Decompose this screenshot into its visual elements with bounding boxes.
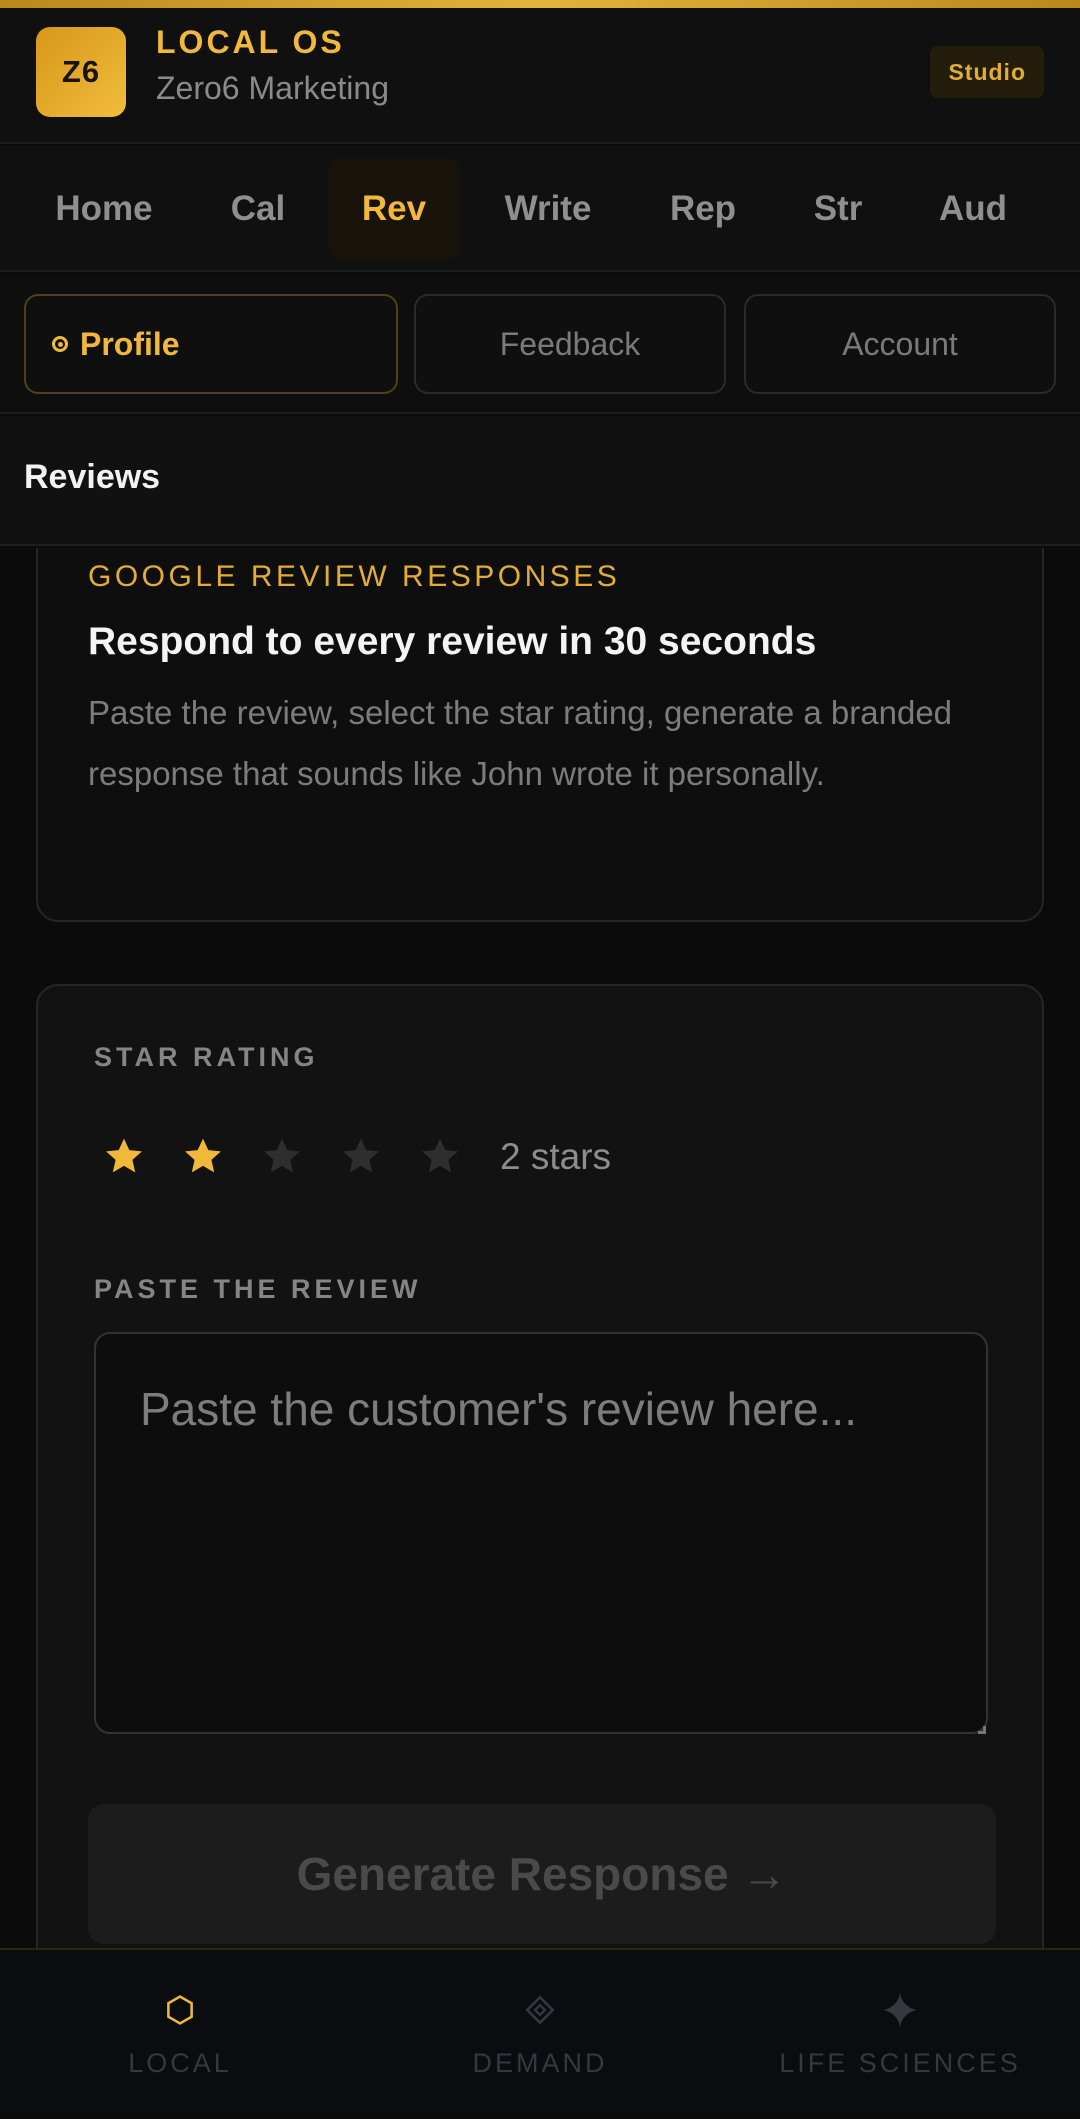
rating-text: 2 stars [500, 1136, 612, 1177]
star-rating [94, 1126, 489, 1186]
bottom-nav-demand[interactable]: DEMAND [360, 1950, 720, 2119]
star-5-icon[interactable] [410, 1126, 470, 1186]
app-title: LOCAL OS [156, 24, 345, 60]
section-header: Reviews [0, 416, 1080, 546]
review-form-card: STAR RATING 2 stars PASTE THE REVIEW Gen… [36, 984, 1044, 1948]
nav-item-home[interactable]: Home [24, 158, 184, 260]
intro-title: Respond to every review in 30 seconds [88, 620, 817, 663]
nav-item-str[interactable]: Str [786, 158, 890, 260]
review-textarea[interactable] [94, 1332, 988, 1734]
bottom-nav-local-label: LOCAL [128, 2048, 232, 2078]
studio-badge[interactable]: Studio [930, 46, 1044, 98]
nav-item-aud[interactable]: Aud [912, 158, 1034, 260]
active-dot-icon [52, 336, 68, 352]
sub-tabs: Profile Feedback Account [0, 274, 1080, 414]
star-2-icon[interactable] [173, 1126, 233, 1186]
app-logo[interactable]: Z6 [36, 27, 126, 117]
bottom-nav-demand-label: DEMAND [472, 2048, 608, 2078]
intro-body: Paste the review, select the star rating… [88, 694, 953, 792]
intro-card: GOOGLE REVIEW RESPONSES Respond to every… [36, 548, 1044, 922]
tab-feedback[interactable]: Feedback [414, 294, 726, 394]
hexagon-icon [160, 1990, 200, 2030]
bottom-nav: LOCAL DEMAND LIFE SCIENCES [0, 1948, 1080, 2117]
nav-item-rev[interactable]: Rev [328, 158, 460, 260]
nav-item-rep[interactable]: Rep [640, 158, 766, 260]
diamond-icon [520, 1990, 560, 2030]
tab-feedback-label: Feedback [499, 325, 641, 362]
tab-profile-label: Profile [80, 325, 180, 362]
sparkle-icon [880, 1990, 920, 2030]
tab-account[interactable]: Account [744, 294, 1056, 394]
app-header: Z6 LOCAL OS Zero6 Marketing Studio [0, 8, 1080, 144]
tab-profile[interactable]: Profile [24, 294, 398, 394]
app-subtitle: Zero6 Marketing [156, 70, 389, 106]
star-4-icon[interactable] [331, 1126, 391, 1186]
review-input-label: PASTE THE REVIEW [94, 1274, 422, 1304]
nav-item-cal[interactable]: Cal [198, 158, 318, 260]
star-rating-label: STAR RATING [94, 1042, 319, 1072]
nav-item-write[interactable]: Write [478, 158, 618, 260]
top-accent-line [0, 0, 1080, 8]
star-3-icon[interactable] [252, 1126, 312, 1186]
scroll-content[interactable]: GOOGLE REVIEW RESPONSES Respond to every… [0, 548, 1080, 1948]
bottom-nav-life-sciences-label: LIFE SCIENCES [779, 2048, 1021, 2078]
star-1-icon[interactable] [94, 1126, 154, 1186]
resize-handle-icon[interactable] [978, 1726, 986, 1734]
section-title: Reviews [24, 458, 161, 496]
tab-account-label: Account [842, 325, 958, 362]
intro-eyebrow: GOOGLE REVIEW RESPONSES [88, 560, 621, 593]
bottom-nav-life-sciences[interactable]: LIFE SCIENCES [720, 1950, 1080, 2119]
main-nav: Home Cal Rev Write Rep Str Aud [0, 146, 1080, 272]
bottom-nav-local[interactable]: LOCAL [0, 1950, 360, 2119]
generate-response-button[interactable]: Generate Response → [88, 1804, 996, 1944]
